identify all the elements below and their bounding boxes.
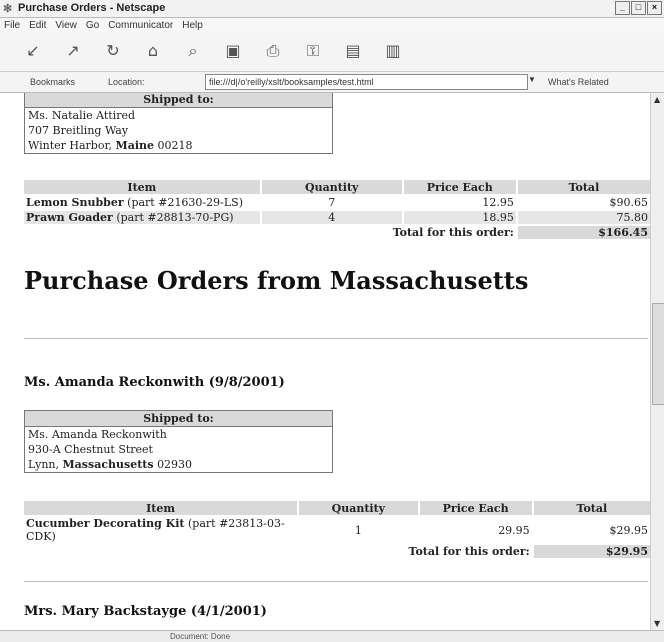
location-bar: Bookmarks Location: file:///d|/o'reilly/… <box>0 72 664 93</box>
ship-city-line: Lynn, Massachusetts 02930 <box>28 458 193 471</box>
netscape-icon[interactable]: ▣ <box>222 41 244 61</box>
ship-city-line: Winter Harbor, Maine 00218 <box>28 139 193 152</box>
close-button[interactable]: × <box>647 1 662 15</box>
search-icon[interactable]: ⌕ <box>182 41 204 61</box>
order-items-table: Item Quantity Price Each Total Cucumber … <box>22 499 650 560</box>
order-total-row: Total for this order: $166.45 <box>24 226 650 239</box>
navigation-toolbar: ↙ ↗ ↻ ⌂ ⌕ ▣ ⎙ ⚿ ▤ ▥ <box>0 33 664 72</box>
total-cell: $29.95 <box>609 523 649 537</box>
order-total-value: $166.45 <box>517 226 650 239</box>
security-icon[interactable]: ⚿ <box>302 41 324 61</box>
price-cell: 29.95 <box>498 523 530 537</box>
divider <box>24 581 648 582</box>
order-heading: Mrs. Mary Backstayge (4/1/2001) <box>24 604 267 619</box>
shipping-address-box: Shipped to: Ms. Amanda Reckonwith 930-A … <box>24 410 333 473</box>
ship-street: 707 Breitling Way <box>28 124 129 137</box>
status-text: Document: Done <box>170 632 231 641</box>
item-cell: Cucumber Decorating Kit (part #23813-03-… <box>26 517 285 543</box>
order-total-label: Total for this order: <box>392 226 514 239</box>
back-icon[interactable]: ↙ <box>22 41 44 61</box>
item-cell: Prawn Goader (part #28813-70-PG) <box>24 211 260 224</box>
ship-street: 930-A Chestnut Street <box>28 443 153 456</box>
vertical-scrollbar[interactable]: ▲ ▼ <box>650 93 664 630</box>
price-cell: 18.95 <box>403 211 516 224</box>
total-cell: $90.65 <box>609 196 649 209</box>
forward-icon[interactable]: ↗ <box>62 41 84 61</box>
chevron-down-icon[interactable]: ▼ <box>528 75 538 87</box>
menu-bar: File Edit View Go Communicator Help <box>0 18 664 33</box>
title-bar: ✻ Purchase Orders - Netscape _ □ × <box>0 0 664 18</box>
menu-edit[interactable]: Edit <box>29 20 46 31</box>
quantity-cell: 7 <box>328 196 336 209</box>
column-header-quantity: Quantity <box>299 501 418 515</box>
scroll-down-icon[interactable]: ▼ <box>654 619 660 628</box>
ship-name: Ms. Natalie Attired <box>28 109 136 122</box>
whats-related-button[interactable]: What's Related <box>548 77 609 87</box>
shipping-address-box: Shipped to: Ms. Natalie Attired 707 Brei… <box>24 93 333 154</box>
menu-file[interactable]: File <box>4 20 20 31</box>
order-total-value: $29.95 <box>533 545 650 558</box>
column-header-item: Item <box>24 180 260 194</box>
menu-view[interactable]: View <box>55 20 77 31</box>
table-row: Cucumber Decorating Kit (part #23813-03-… <box>24 517 650 543</box>
state-heading: Purchase Orders from Massachusetts <box>24 266 529 295</box>
column-header-total: Total <box>517 180 650 194</box>
scrollbar-thumb[interactable] <box>652 303 664 405</box>
status-bar: Document: Done <box>0 630 664 642</box>
minimize-button[interactable]: _ <box>615 1 630 15</box>
maximize-button[interactable]: □ <box>631 1 646 15</box>
column-header-price: Price Each <box>403 180 516 194</box>
shipped-to-header: Shipped to: <box>25 411 332 427</box>
order-total-label: Total for this order: <box>408 545 530 558</box>
ship-name: Ms. Amanda Reckonwith <box>28 428 167 441</box>
quantity-cell: 1 <box>354 523 362 537</box>
item-cell: Lemon Snubber (part #21630-29-LS) <box>26 196 243 209</box>
column-header-item: Item <box>24 501 298 515</box>
location-label: Location: <box>108 77 145 87</box>
table-row: Prawn Goader (part #28813-70-PG) 4 18.95… <box>24 211 650 224</box>
shipped-to-header: Shipped to: <box>25 93 332 108</box>
home-icon[interactable]: ⌂ <box>142 41 164 61</box>
column-header-quantity: Quantity <box>261 180 402 194</box>
divider <box>24 338 648 339</box>
bookmarks-button[interactable]: Bookmarks <box>30 77 75 87</box>
page-content: Shipped to: Ms. Natalie Attired 707 Brei… <box>0 93 650 630</box>
column-header-total: Total <box>533 501 650 515</box>
table-row: Lemon Snubber (part #21630-29-LS) 7 12.9… <box>24 196 650 209</box>
total-cell: 75.80 <box>517 211 650 224</box>
order-total-row: Total for this order: $29.95 <box>24 545 650 558</box>
menu-communicator[interactable]: Communicator <box>108 20 173 31</box>
scroll-up-icon[interactable]: ▲ <box>654 95 660 104</box>
order-heading: Ms. Amanda Reckonwith (9/8/2001) <box>24 375 285 390</box>
menu-help[interactable]: Help <box>182 20 203 31</box>
reload-icon[interactable]: ↻ <box>102 41 124 61</box>
order-items-table: Item Quantity Price Each Total Lemon Snu… <box>22 178 650 241</box>
menu-go[interactable]: Go <box>86 20 99 31</box>
print-icon[interactable]: ⎙ <box>262 41 284 61</box>
browser-window: ✻ Purchase Orders - Netscape _ □ × File … <box>0 0 664 642</box>
column-header-price: Price Each <box>419 501 532 515</box>
shop-icon[interactable]: ▤ <box>342 41 364 61</box>
quantity-cell: 4 <box>261 211 402 224</box>
price-cell: 12.95 <box>482 196 514 209</box>
netscape-logo-icon: ✻ <box>3 3 13 15</box>
window-title: Purchase Orders - Netscape <box>18 2 166 14</box>
stop-icon[interactable]: ▥ <box>382 41 404 61</box>
url-field[interactable]: file:///d|/o'reilly/xslt/booksamples/tes… <box>205 74 528 90</box>
